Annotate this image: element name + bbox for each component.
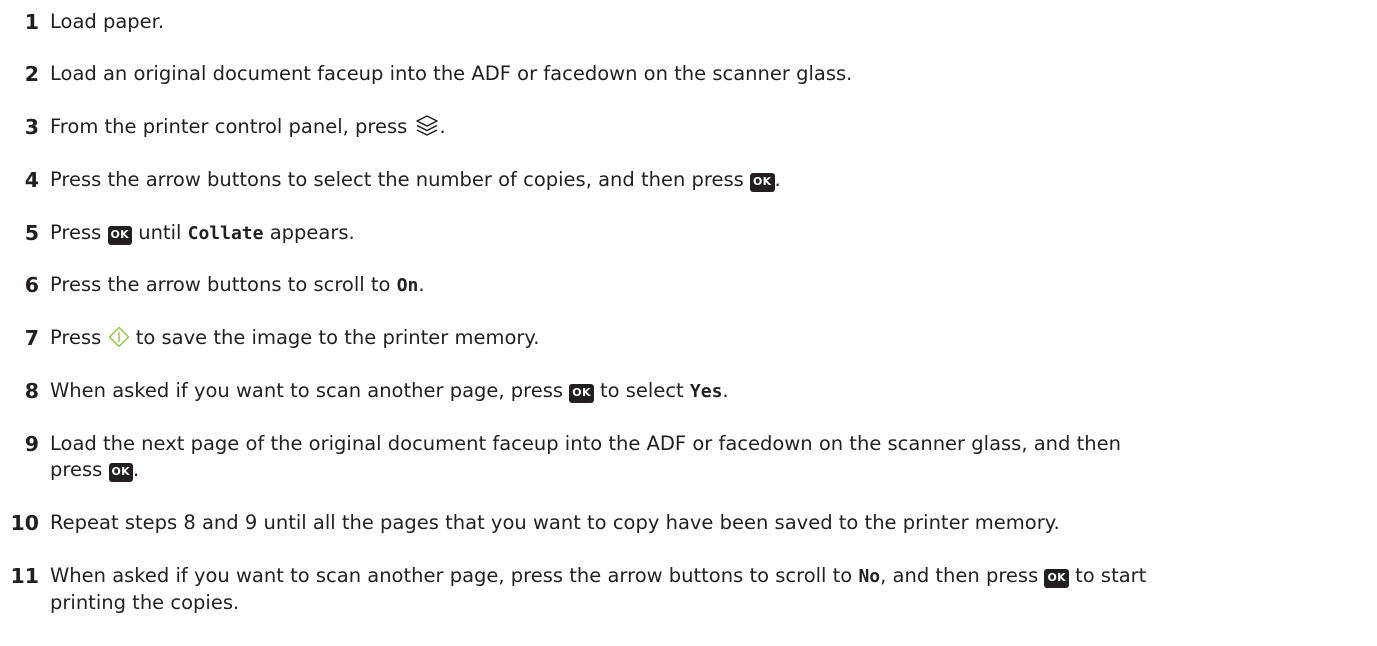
ok-icon: OK <box>1044 569 1069 588</box>
step-number: 11 <box>10 564 39 588</box>
step-number: 6 <box>24 273 39 297</box>
step-number: 5 <box>24 221 39 245</box>
ok-icon: OK <box>750 173 775 192</box>
step-number: 7 <box>24 326 39 350</box>
step-text: Load the next page of the original docum… <box>50 432 1121 482</box>
step-number: 10 <box>10 511 39 535</box>
start-icon <box>108 326 129 348</box>
ok-icon: OK <box>569 384 594 403</box>
step-text: Load paper. <box>50 10 165 33</box>
step-text: When asked if you want to scan another p… <box>50 379 729 403</box>
display-text-collate: Collate <box>187 223 264 244</box>
step-number: 3 <box>24 115 39 139</box>
step-text: When asked if you want to scan another p… <box>50 564 1147 614</box>
step-text: Press the arrow buttons to select the nu… <box>50 168 781 192</box>
step-number: 9 <box>24 432 39 456</box>
copy-icon <box>415 115 438 136</box>
display-text-yes: Yes <box>689 381 723 402</box>
step-number: 8 <box>24 379 39 403</box>
step-text: Press OK until Collate appears. <box>50 221 355 245</box>
step-number: 2 <box>24 62 39 86</box>
step-text: Load an original document faceup into th… <box>50 62 853 85</box>
display-text-on: On <box>396 275 419 296</box>
step-text: From the printer control panel, press . <box>50 115 446 138</box>
step-number: 4 <box>24 168 39 192</box>
step-text: Press to save the image to the printer m… <box>50 326 540 349</box>
step-text: Press the arrow buttons to scroll to On. <box>50 273 425 296</box>
ok-icon: OK <box>108 463 133 482</box>
step-text: Repeat steps 8 and 9 until all the pages… <box>50 511 1060 534</box>
ok-icon: OK <box>107 226 133 245</box>
display-text-no: No <box>858 566 881 587</box>
step-number: 1 <box>24 10 39 34</box>
copy-steps-list: 1 Load paper. 2 Load an original documen… <box>0 0 1377 646</box>
